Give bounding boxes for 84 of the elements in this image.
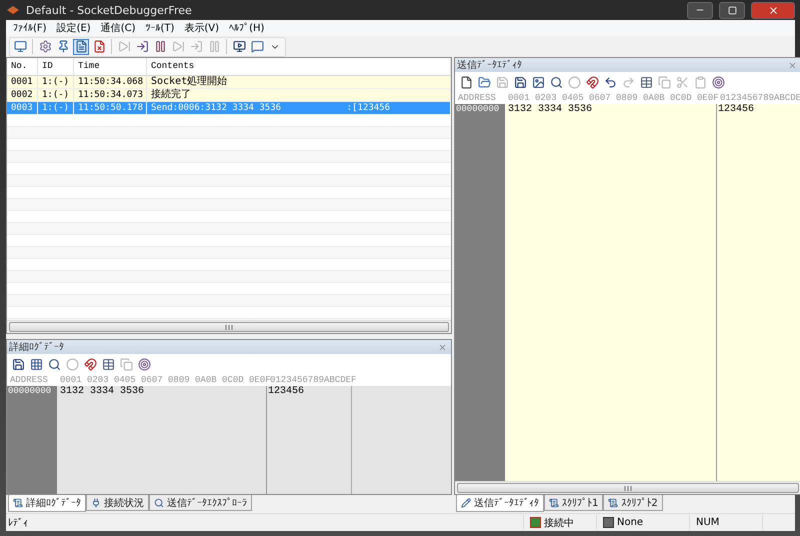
- save-icon[interactable]: [512, 74, 528, 90]
- tab[interactable]: 詳細ﾛｸﾞﾃﾞｰﾀ: [8, 495, 86, 512]
- minimize-button[interactable]: [687, 2, 713, 18]
- close-icon[interactable]: [438, 342, 447, 352]
- table-cell: 接続完了: [147, 89, 451, 102]
- table-cell: 1:(-): [38, 76, 74, 89]
- tab-icon: [154, 498, 164, 508]
- address-header: ADDRESS: [457, 93, 497, 104]
- window-title: Default - SocketDebuggerFree: [26, 4, 193, 16]
- column-header[interactable]: Contents: [147, 58, 451, 76]
- connection-status: 接続中: [544, 516, 574, 530]
- menu-item[interactable]: 通信(C): [96, 21, 140, 35]
- tab-icon: [608, 498, 618, 508]
- table-cell: 11:50:50.178: [74, 102, 147, 115]
- hex-value: 3132 3334 3536: [59, 386, 146, 397]
- menu-item[interactable]: 表示(V): [179, 21, 224, 35]
- search-icon[interactable]: [46, 356, 62, 372]
- menu-item[interactable]: ﾌｧｲﾙ(F): [8, 22, 52, 34]
- maximize-button[interactable]: [719, 2, 745, 18]
- close-icon: [768, 4, 778, 16]
- close-icon[interactable]: [788, 60, 798, 70]
- table-cell: 0001: [7, 76, 38, 89]
- table-cell: Socket処理開始: [147, 76, 451, 89]
- ascii-value: 123456: [717, 104, 756, 115]
- table-cell: 0003: [7, 102, 38, 115]
- address-value: 00000000: [7, 386, 52, 397]
- tab[interactable]: 接続状況: [86, 495, 149, 511]
- speech-bubble-icon[interactable]: [249, 38, 265, 54]
- column-header[interactable]: Time: [74, 58, 147, 76]
- app-icon: [6, 4, 20, 16]
- tab-icon: [461, 498, 471, 508]
- tab[interactable]: ｽｸﾘﾌﾟﾄ1: [544, 495, 604, 511]
- connection-status-icon: [530, 517, 541, 528]
- table-cell: 11:50:34.073: [74, 89, 147, 102]
- ascii-cell: :[123456: [346, 102, 390, 114]
- tab[interactable]: 送信ﾃﾞｰﾀｴﾃﾞｨﾀ: [456, 495, 544, 512]
- tab-icon: [91, 498, 101, 508]
- column-header[interactable]: ID: [38, 58, 74, 76]
- grip-icon: [225, 324, 233, 330]
- table-icon[interactable]: [638, 74, 654, 90]
- num-lock-indicator: NUM: [696, 517, 720, 528]
- panel-title: 詳細ﾛｸﾞﾃﾞｰﾀ: [9, 340, 64, 354]
- column-header[interactable]: No.: [7, 58, 38, 76]
- maximize-icon: [728, 6, 736, 14]
- target-icon[interactable]: [136, 356, 152, 372]
- table-cell: 1:(-): [38, 89, 74, 102]
- script-status-icon: [603, 517, 614, 528]
- table-cell: Send:0006:3132 3334 3536: [151, 102, 282, 114]
- tab[interactable]: 送信ﾃﾞｰﾀｴｸｽﾌﾟﾛｰﾗ: [149, 495, 252, 511]
- menu-item[interactable]: 設定(E): [52, 21, 96, 35]
- script-status: None: [617, 517, 644, 528]
- monitor-icon[interactable]: [12, 38, 28, 54]
- close-button[interactable]: [751, 2, 795, 18]
- folder-icon[interactable]: [476, 74, 492, 90]
- ascii-value: 123456: [267, 386, 306, 397]
- grid-icon[interactable]: [28, 356, 44, 372]
- grip-icon: [624, 486, 632, 490]
- save-icon[interactable]: [10, 356, 26, 372]
- table-cell: 11:50:34.068: [74, 76, 147, 89]
- status-message: ﾚﾃﾞｨ: [7, 516, 29, 528]
- hex-value: 3132 3334 3536: [507, 104, 594, 115]
- horizontal-scrollbar[interactable]: [455, 481, 800, 494]
- table-cell: 1:(-): [38, 102, 74, 115]
- screen-icon[interactable]: [231, 38, 247, 54]
- image-icon[interactable]: [530, 74, 546, 90]
- document-icon[interactable]: [73, 38, 89, 54]
- table-cell: 0002: [7, 89, 38, 102]
- magnet-icon[interactable]: [584, 74, 600, 90]
- address-value: 00000000: [455, 104, 500, 115]
- target-icon[interactable]: [710, 74, 726, 90]
- menu-item[interactable]: ﾍﾙﾌﾟ(H): [224, 22, 270, 34]
- table-icon[interactable]: [100, 356, 116, 372]
- tab-icon: [549, 498, 559, 508]
- gear-icon[interactable]: [37, 38, 53, 54]
- arrow-in-icon[interactable]: [134, 38, 150, 54]
- tab[interactable]: ｽｸﾘﾌﾟﾄ2: [603, 495, 663, 511]
- tab-icon: [13, 498, 23, 508]
- horizontal-scrollbar[interactable]: [7, 320, 451, 333]
- panel-title: 送信ﾃﾞｰﾀｴﾃﾞｨﾀ: [457, 58, 522, 72]
- magnet-icon[interactable]: [82, 356, 98, 372]
- hex-header: 0001 0203 0405 0607 0809 0A0B 0C0D 0E0F: [507, 93, 717, 104]
- menu-item[interactable]: ﾂｰﾙ(T): [140, 22, 180, 34]
- address-header: ADDRESS: [9, 375, 49, 386]
- search-icon[interactable]: [548, 74, 564, 90]
